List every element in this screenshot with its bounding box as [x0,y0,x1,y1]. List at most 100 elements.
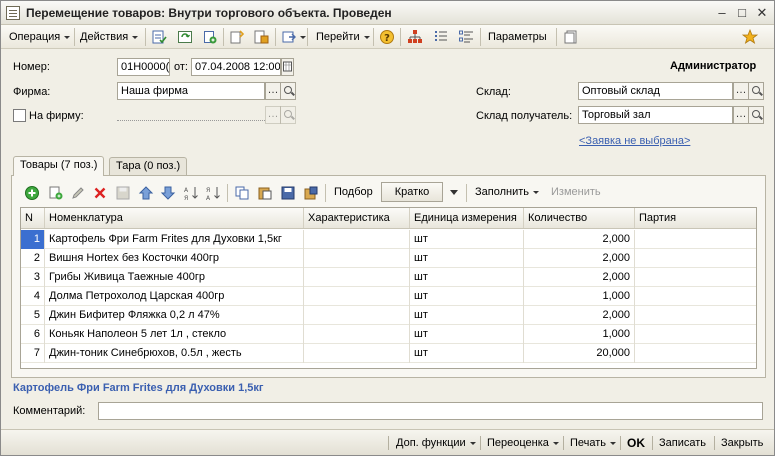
copy-icon[interactable] [234,185,250,201]
sort-ascending-icon[interactable]: AЯ [183,185,199,201]
cell-unit[interactable]: шт [410,325,524,344]
cell-unit[interactable]: шт [410,230,524,249]
list-icon[interactable] [433,29,449,45]
help-icon[interactable]: ? [379,29,395,45]
extra-functions-menu[interactable]: Доп. функции [396,435,476,451]
column-header-nomenclature[interactable]: Номенклатура [45,208,304,228]
dest-warehouse-field[interactable]: Торговый зал [578,106,733,124]
tab-containers[interactable]: Тара (0 поз.) [109,157,188,176]
table-row[interactable]: 1 Картофель Фри Farm Frites для Духовки 1… [21,230,756,249]
cell-n[interactable]: 2 [21,249,45,268]
fill-menu[interactable]: Заполнить [475,186,540,198]
cell-quantity[interactable]: 2,000 [524,268,635,287]
cell-batch[interactable] [635,344,756,363]
cell-n[interactable]: 5 [21,306,45,325]
number-field[interactable]: 01Н0000( [117,58,170,76]
hierarchy-icon[interactable] [407,29,423,45]
print-setup-icon[interactable] [281,29,297,45]
firm-select-button[interactable]: … [265,82,281,100]
firm-search-icon[interactable] [280,82,296,100]
cell-unit[interactable]: шт [410,306,524,325]
dest-warehouse-select-button[interactable]: … [733,106,749,124]
structure-icon[interactable] [229,29,245,45]
column-header-unit[interactable]: Единица измерения [410,208,524,228]
column-header-quantity[interactable]: Количество [524,208,635,228]
cell-characteristic[interactable] [304,249,410,268]
warehouse-search-icon[interactable] [748,82,764,100]
minimize-icon[interactable]: – [715,6,729,20]
load-icon[interactable] [303,185,319,201]
dest-warehouse-search-icon[interactable] [748,106,764,124]
warehouse-select-button[interactable]: … [733,82,749,100]
table-row[interactable]: 5 Джин Бифитер Фляжка 0,2 л 47% шт 2,000 [21,306,756,325]
cell-nomenclature[interactable]: Грибы Живица Таежные 400гр [45,268,304,287]
cell-characteristic[interactable] [304,230,410,249]
table-row[interactable]: 2 Вишня Hortex без Косточки 400гр шт 2,000 [21,249,756,268]
maximize-icon[interactable]: □ [735,6,749,20]
cell-unit[interactable]: шт [410,268,524,287]
edit-row-icon[interactable] [70,185,86,201]
close-icon[interactable]: ✕ [755,6,769,20]
cell-nomenclature[interactable]: Джин Бифитер Фляжка 0,2 л 47% [45,306,304,325]
cell-quantity[interactable]: 2,000 [524,249,635,268]
column-header-n[interactable]: N [21,208,45,228]
to-firm-checkbox[interactable] [13,109,26,122]
move-up-icon[interactable] [138,185,154,201]
movements-icon[interactable] [253,29,269,45]
mode-dropdown-icon[interactable] [450,190,458,195]
table-row[interactable]: 3 Грибы Живица Таежные 400гр шт 2,000 [21,268,756,287]
cell-nomenclature[interactable]: Картофель Фри Farm Frites для Духовки 1,… [45,230,304,249]
cell-nomenclature[interactable]: Джин-тоник Синебрюхов, 0.5л , жесть [45,344,304,363]
cell-batch[interactable] [635,249,756,268]
goto-menu[interactable]: Перейти [316,29,370,45]
cell-characteristic[interactable] [304,325,410,344]
table-row[interactable]: 4 Долма Петрохолод Царская 400гр шт 1,000 [21,287,756,306]
document-list-icon[interactable] [563,29,579,45]
cell-quantity[interactable]: 2,000 [524,306,635,325]
settings-list-icon[interactable] [458,29,474,45]
cell-nomenclature[interactable]: Вишня Hortex без Косточки 400гр [45,249,304,268]
move-down-icon[interactable] [160,185,176,201]
cell-nomenclature[interactable]: Долма Петрохолод Царская 400гр [45,287,304,306]
chevron-down-icon[interactable] [300,36,306,39]
ok-button[interactable]: OK [627,435,645,451]
cell-batch[interactable] [635,306,756,325]
cell-batch[interactable] [635,268,756,287]
cell-characteristic[interactable] [304,306,410,325]
cell-characteristic[interactable] [304,344,410,363]
cell-quantity[interactable]: 1,000 [524,325,635,344]
parameters-button[interactable]: Параметры [488,29,547,45]
cell-quantity[interactable]: 2,000 [524,230,635,249]
table-row[interactable]: 6 Коньяк Наполеон 5 лет 1л , стекло шт 1,00… [21,325,756,344]
cell-unit[interactable]: шт [410,249,524,268]
print-menu[interactable]: Печать [570,435,617,451]
cell-characteristic[interactable] [304,268,410,287]
cell-unit[interactable]: шт [410,287,524,306]
paste-icon[interactable] [257,185,273,201]
save-button[interactable]: Записать [659,435,706,451]
sort-descending-icon[interactable]: ЯA [205,185,221,201]
actions-menu[interactable]: Действия [80,29,139,45]
reprice-menu[interactable]: Переоценка [487,435,559,451]
operation-menu[interactable]: Операция [9,29,71,45]
selection-button[interactable]: Подбор [334,186,373,198]
add-row-icon[interactable] [24,185,40,201]
close-button[interactable]: Закрыть [721,435,763,451]
column-header-characteristic[interactable]: Характеристика [304,208,410,228]
cell-n[interactable]: 3 [21,268,45,287]
firm-field[interactable]: Наша фирма [117,82,265,100]
date-field[interactable]: 07.04.2008 12:00 [191,58,281,76]
mode-select[interactable]: Кратко [381,182,443,202]
copy-document-icon[interactable] [202,29,218,45]
warehouse-field[interactable]: Оптовый склад [578,82,733,100]
cell-n[interactable]: 7 [21,344,45,363]
table-row[interactable]: 7 Джин-тоник Синебрюхов, 0.5л , жесть шт 20… [21,344,756,363]
delete-row-icon[interactable] [92,185,108,201]
cell-unit[interactable]: шт [410,344,524,363]
post-document-icon[interactable] [151,29,167,45]
goods-table[interactable]: N Номенклатура Характеристика Единица из… [20,207,757,369]
cell-batch[interactable] [635,287,756,306]
favorite-star-icon[interactable] [742,29,758,45]
save-icon[interactable] [280,185,296,201]
cell-nomenclature[interactable]: Коньяк Наполеон 5 лет 1л , стекло [45,325,304,344]
